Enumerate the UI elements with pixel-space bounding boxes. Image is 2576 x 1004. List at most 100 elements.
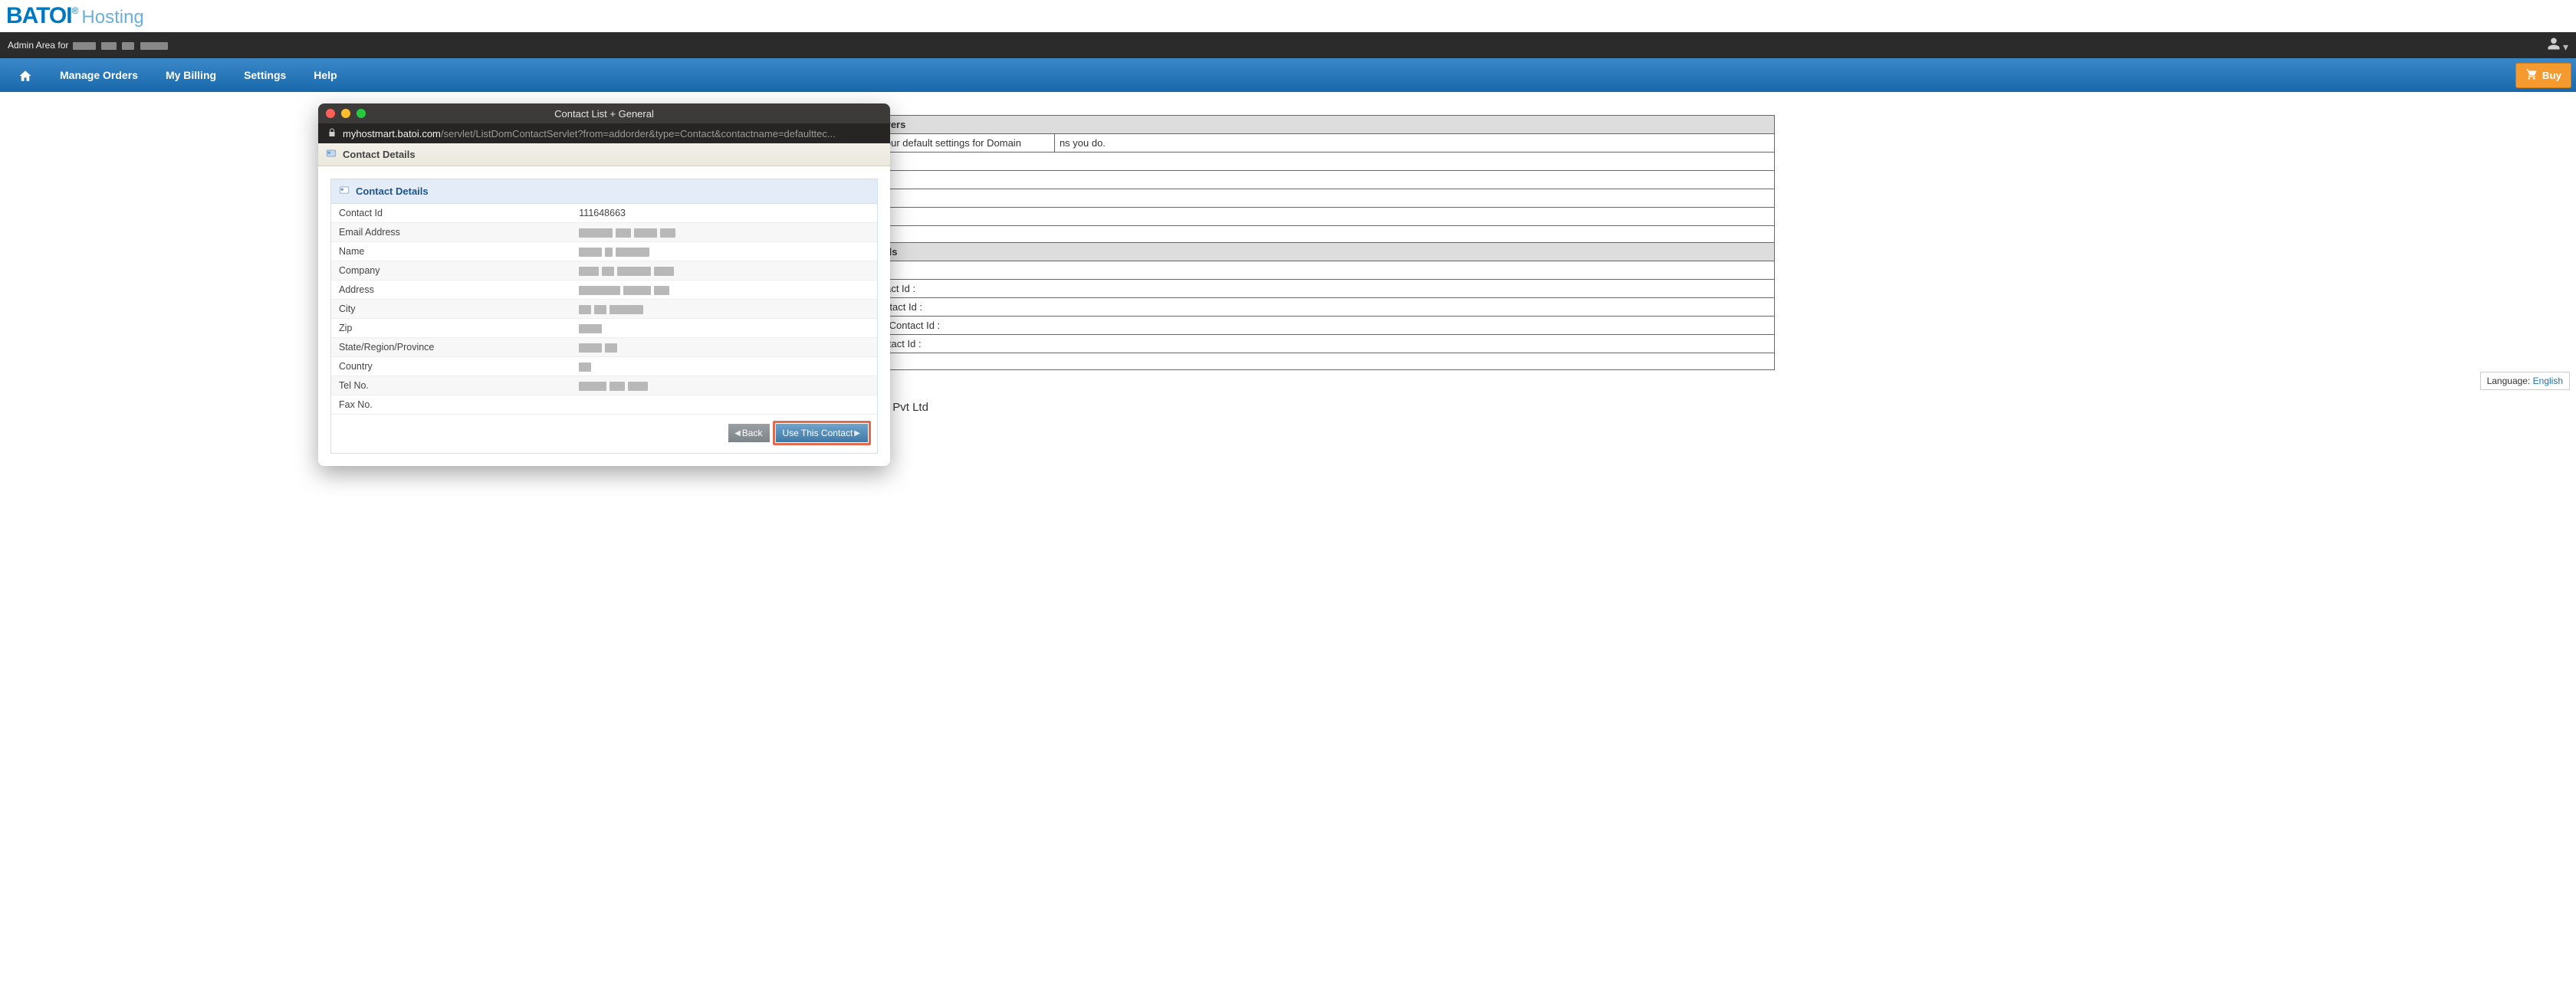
redacted-text <box>122 42 134 50</box>
redacted-text <box>605 343 617 353</box>
nav-my-billing[interactable]: My Billing <box>152 58 230 92</box>
table-row: Name <box>331 242 877 261</box>
redacted-text <box>654 286 669 295</box>
use-this-contact-button[interactable]: Use This Contact ▶ <box>776 424 868 442</box>
redacted-text <box>579 305 591 314</box>
redacted-text <box>605 248 613 257</box>
panel-title: Contact Details <box>318 143 890 166</box>
popup-url-bar: myhostmart.batoi.com/servlet/ListDomCont… <box>318 123 890 143</box>
ns-2-label: Default NS 2 : <box>802 171 1775 189</box>
triangle-right-icon: ▶ <box>854 429 860 438</box>
contact-value <box>571 319 877 338</box>
contact-value <box>571 223 877 242</box>
triangle-left-icon: ◀ <box>734 429 741 438</box>
redacted-text <box>660 228 675 238</box>
contact-key: Email Address <box>331 223 571 242</box>
popup-titlebar: Contact List + General <box>318 103 890 123</box>
contact-box-header: Contact Details <box>331 179 877 204</box>
contact-details-box: Contact Details Contact Id111648663Email… <box>330 179 878 454</box>
contact-key: Address <box>331 281 571 300</box>
redacted-text <box>616 228 631 238</box>
contact-value: 111648663 <box>571 204 877 223</box>
brand-logo: BATOI <box>6 3 72 29</box>
table-row: Contact Id111648663 <box>331 204 877 223</box>
contact-ids-header: Default Contact Ids <box>802 243 1775 261</box>
table-row: City <box>331 300 877 319</box>
use-contact-label: Use This Contact <box>782 428 853 438</box>
redacted-text <box>579 343 602 353</box>
admin-area-bar: Admin Area for ▾ <box>0 32 2576 58</box>
cart-icon <box>2525 68 2538 83</box>
default-registrant-label: Default Registrant Contact Id : <box>802 317 1775 335</box>
nav-manage-orders[interactable]: Manage Orders <box>46 58 152 92</box>
table-row: Fax No. <box>331 395 877 415</box>
contact-popup-window: Contact List + General myhostmart.batoi.… <box>318 103 890 466</box>
popup-window-title: Contact List + General <box>318 108 890 120</box>
redacted-text <box>579 286 620 295</box>
user-menu[interactable]: ▾ <box>2547 37 2568 54</box>
back-button[interactable]: ◀ Back <box>728 424 770 442</box>
buy-button[interactable]: Buy <box>2515 63 2571 88</box>
content: Default Nameservers You can change your … <box>801 115 1775 422</box>
contact-key: Zip <box>331 319 571 338</box>
redacted-text <box>73 42 96 50</box>
contact-type-label: Contact Type : <box>802 261 1775 280</box>
minimize-icon[interactable] <box>341 109 350 118</box>
contact-value <box>571 357 877 376</box>
contact-key: Fax No. <box>331 395 571 415</box>
table-row: Email Address <box>331 223 877 242</box>
contact-key: Contact Id <box>331 204 571 223</box>
ns-3-label: Default NS 3 : <box>802 189 1775 208</box>
default-billing-label: Default Billing Contact Id : <box>802 335 1775 353</box>
contact-key: Name <box>331 242 571 261</box>
contact-value <box>571 261 877 281</box>
redacted-text <box>610 382 625 391</box>
contact-value <box>571 395 877 415</box>
table-row: Zip <box>331 319 877 338</box>
redacted-text <box>654 267 674 276</box>
redacted-text <box>579 363 591 372</box>
table-row: Country <box>331 357 877 376</box>
redacted-text <box>579 248 602 257</box>
nav-home[interactable] <box>5 58 46 92</box>
language-selector[interactable]: Language: English <box>2480 372 2570 390</box>
popup-url-rest: /servlet/ListDomContactServlet?from=addo… <box>441 128 836 139</box>
language-label: Language: <box>2487 376 2533 386</box>
redacted-text <box>628 382 648 391</box>
copyright: © Batoi Systems Pvt Ltd <box>801 393 1775 422</box>
table-row: Address <box>331 281 877 300</box>
redacted-text <box>623 286 651 295</box>
contact-key: Country <box>331 357 571 376</box>
close-icon[interactable] <box>326 109 335 118</box>
contact-key: State/Region/Province <box>331 338 571 357</box>
nameservers-header: Default Nameservers <box>802 116 1775 134</box>
language-value[interactable]: English <box>2533 376 2563 386</box>
redacted-text <box>101 42 117 50</box>
redacted-text <box>579 267 599 276</box>
maximize-icon[interactable] <box>356 109 366 118</box>
nav-help[interactable]: Help <box>300 58 350 92</box>
lock-icon <box>327 128 343 139</box>
redacted-text <box>579 228 613 238</box>
brand-reg: ® <box>72 5 79 16</box>
contact-value <box>571 376 877 395</box>
nav-settings[interactable]: Settings <box>230 58 300 92</box>
chevron-down-icon: ▾ <box>2563 41 2568 53</box>
nameservers-info-right: ns you do. <box>1054 134 1774 153</box>
redacted-text <box>617 267 651 276</box>
panel-title-text: Contact Details <box>343 149 416 160</box>
default-admin-label: Default Admin Contact Id : <box>802 298 1775 317</box>
main-nav: Manage Orders My Billing Settings Help B… <box>0 58 2576 92</box>
redacted-text <box>594 305 606 314</box>
redacted-text <box>140 42 168 50</box>
redacted-text <box>616 248 649 257</box>
table-row: Tel No. <box>331 376 877 395</box>
contact-box-title: Contact Details <box>356 185 429 197</box>
default-nameservers-table: Default Nameservers You can change your … <box>801 115 1775 370</box>
brand-header: BATOI ® Hosting <box>0 0 2576 32</box>
default-tech-label: Default Tech Contact Id : <box>802 280 1775 298</box>
contact-value <box>571 300 877 319</box>
home-icon <box>18 69 32 83</box>
redacted-text <box>579 324 602 333</box>
contact-key: Company <box>331 261 571 281</box>
